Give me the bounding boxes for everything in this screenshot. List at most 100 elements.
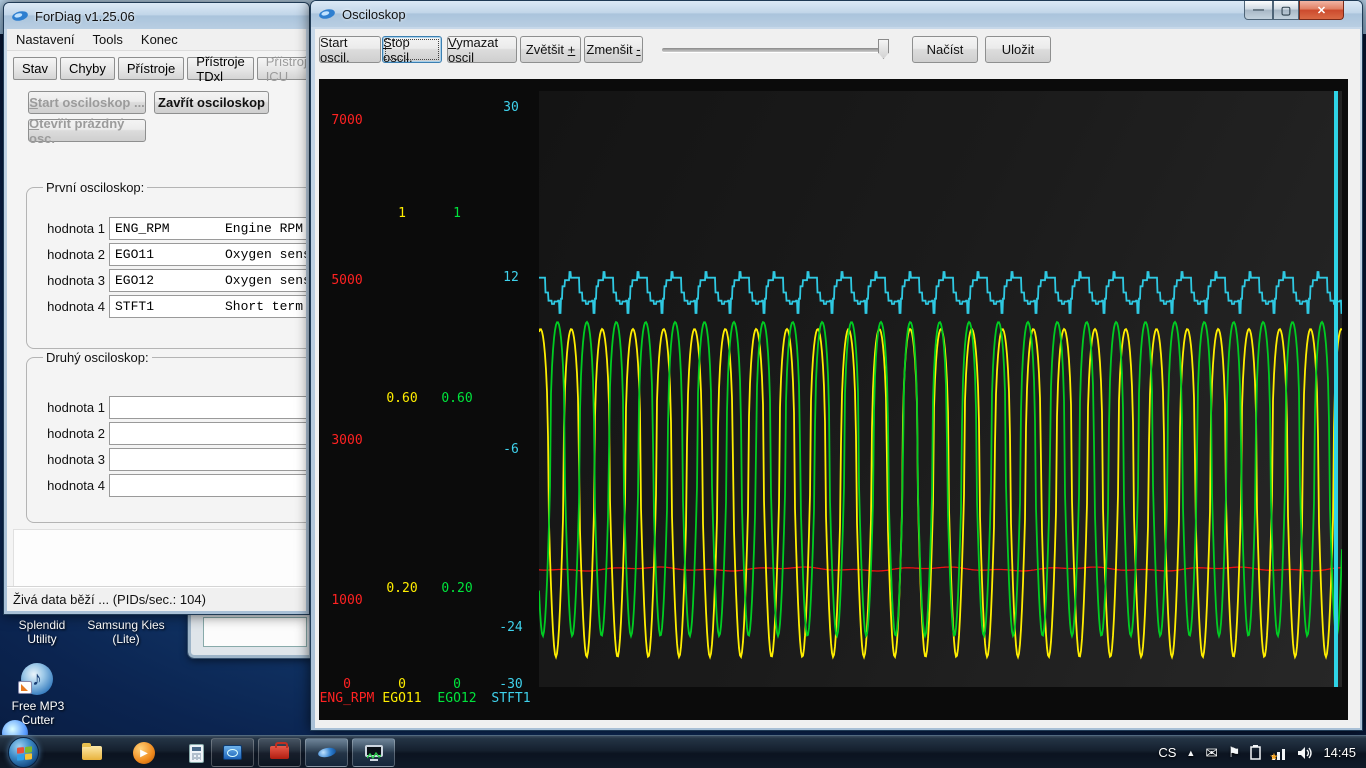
play-icon: ▶ [133,742,155,764]
oscilloscope-client-area: 7000 5000 3000 1000 0 ENG_RPM 1 0.60 0.20 0 EGO11 1… [319,79,1348,720]
trace-STFT1 [539,271,1342,314]
fordiag-window: ForDiag v1.25.06 Nastavení Tools Konec S… [3,2,310,615]
no-internet-star-icon: ★ [1269,751,1279,763]
battery-icon[interactable] [1250,745,1262,760]
g2-hodnota3-label: hodnota 3 [47,452,105,467]
fordiag-tab-row: Stav Chyby Přístroje Přístroje TDxl Přís… [13,54,306,84]
axis-tick-EGO12: 1 [453,206,461,221]
tab-chyby[interactable]: Chyby [60,57,115,80]
oscilloscope-scale-panel: 7000 5000 3000 1000 0 ENG_RPM 1 0.60 0.20 0 EGO11 1… [319,79,539,720]
axis-tick-EGO12: 0.60 [441,391,473,406]
g2-hodnota3-field[interactable] [109,448,306,471]
fordiag-app-icon [12,11,28,21]
windows-logo-icon [17,746,32,761]
g2-hodnota4-field[interactable] [109,474,306,497]
show-hidden-icons-icon[interactable]: ▲ [1186,748,1195,758]
display-app-icon [223,745,242,760]
taskbar-app-toolbox[interactable] [258,738,301,767]
osciloskop-app-icon [319,9,335,19]
series-name-STFT1: STFT1 [491,691,531,706]
druhy-osciloskop-group: Druhý osciloskop: hodnota 1 hodnota 2 ho… [26,350,306,523]
fordiag-window-title: ForDiag v1.25.06 [35,8,135,24]
zavrit-osciloskop-button[interactable]: Zavřít osciloskop [154,91,269,114]
g2-hodnota2-label: hodnota 2 [47,426,105,441]
ulozit-button[interactable]: Uložit [985,36,1051,63]
hodnota1-label: hodnota 1 [47,221,105,236]
start-button[interactable] [8,737,39,768]
axis-tick-ENG_RPM: 3000 [331,433,363,448]
hodnota3-field[interactable]: EGO12 Oxygen sens [109,269,306,292]
hodnota1-field[interactable]: ENG_RPM Engine RPM [109,217,306,240]
oscilloscope-app-icon [364,744,383,761]
tab-pristroje-icu: Přístroje ICU [256,54,306,84]
close-button[interactable]: ✕ [1299,1,1344,20]
desktop-icon-label[interactable]: Samsung Kies (Lite) [84,618,168,646]
status-text: Živá data běží ... (PIDs/sec.: 104) [13,591,206,607]
trace-ENG_RPM [539,566,1342,572]
axis-tick-ENG_RPM: 7000 [331,113,363,128]
hodnota3-label: hodnota 3 [47,273,105,288]
tab-stav[interactable]: Stav [13,57,58,80]
fordiag-menubar: Nastavení Tools Konec [7,29,306,51]
action-center-flag-icon[interactable]: ⚑ [1228,744,1241,761]
folder-icon [82,743,102,760]
taskbar-app-display[interactable] [211,738,254,767]
menu-nastaveni[interactable]: Nastavení [7,32,84,47]
zmensit-button[interactable]: Zmenšit - [584,36,643,63]
minimize-button[interactable]: — [1244,1,1273,20]
taskbar-app-oscilloscope[interactable] [352,738,395,767]
free-mp3-cutter-overlay-icon [18,681,32,694]
zvetsit-button[interactable]: Zvětšit + [520,36,581,63]
volume-icon[interactable] [1297,746,1313,760]
osciloskop-window: Osciloskop — ▢ ✕ Start oscil. Stop oscil… [310,0,1363,731]
toolbox-app-icon [270,742,289,759]
menu-tools[interactable]: Tools [84,32,132,47]
menu-konec[interactable]: Konec [132,32,187,47]
calculator-icon [188,743,204,763]
zoom-slider-thumb[interactable] [878,39,889,59]
oscilloscope-plot-svg [539,91,1342,687]
mail-icon[interactable]: ✉ [1205,744,1218,762]
maximize-button[interactable]: ▢ [1273,1,1299,20]
taskbar-app-fordiag[interactable] [305,738,348,767]
otevrit-prazdny-osc-button: Otevřít prázdný osc. [28,116,146,146]
osciloskop-titlebar[interactable]: Osciloskop [311,1,1362,27]
start-osciloskop-button: Start osciloskop ... [28,91,146,114]
prvni-osciloskop-group: První osciloskop: hodnota 1 ENG_RPM Engin… [26,180,306,349]
clock[interactable]: 14:45 [1323,745,1356,760]
g2-hodnota1-field[interactable] [109,396,306,419]
language-indicator[interactable]: CS [1158,745,1176,760]
start-oscil-button[interactable]: Start oscil. [319,35,381,65]
desktop-icon-label[interactable]: Splendid Utility [6,618,78,646]
fordiag-statusbar: Živá data běží ... (PIDs/sec.: 104) [7,586,306,611]
plot-cursor-line [1334,91,1338,687]
hodnota2-field[interactable]: EGO11 Oxygen sens [109,243,306,266]
hodnota2-label: hodnota 2 [47,247,105,262]
calculator-taskbar-icon[interactable] [182,739,210,767]
tab-pristroje-tdxl[interactable]: Přístroje TDxl [187,54,254,84]
hodnota4-field[interactable]: STFT1 Short term [109,295,306,318]
axis-tick-ENG_RPM: 5000 [331,273,363,288]
g2-hodnota4-label: hodnota 4 [47,478,105,493]
network-icon[interactable]: ★ [1269,746,1287,763]
background-window-fragment [187,609,313,659]
media-player-taskbar-icon[interactable]: ▶ [130,739,158,767]
nacist-button[interactable]: Načíst [912,36,978,63]
explorer-taskbar-icon[interactable] [78,739,106,767]
osciloskop-toolbar: Start oscil. Stop oscil. Vymazat oscil Z… [315,29,1360,75]
oscilloscope-plot[interactable] [539,91,1342,687]
g2-hodnota2-field[interactable] [109,422,306,445]
taskbar: ▶ CS ▲ ✉ ⚑ ★ 14:45 [0,735,1366,768]
fordiag-titlebar[interactable]: ForDiag v1.25.06 [4,3,309,29]
trace-EGO12 [539,320,1342,640]
group2-title: Druhý osciloskop: [43,350,152,365]
osciloskop-window-title: Osciloskop [342,6,406,22]
group1-title: První osciloskop: [43,180,148,195]
axis-tick-EGO12: 0.20 [441,581,473,596]
zoom-slider[interactable] [662,39,889,59]
tab-pristroje[interactable]: Přístroje [117,57,185,80]
music-note-icon: ♪ [32,667,42,690]
vymazat-oscil-button[interactable]: Vymazat oscil [447,35,517,65]
g2-hodnota1-label: hodnota 1 [47,400,105,415]
stop-oscil-button[interactable]: Stop oscil. [382,35,442,65]
